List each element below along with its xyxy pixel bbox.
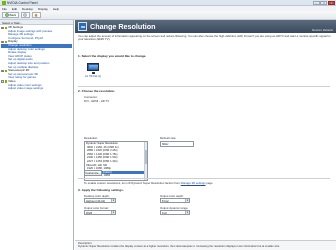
task-pane: Select a Task... −3D Settings Adjust imag… — [0, 20, 74, 250]
chevron-down-icon: ▾ — [111, 210, 115, 214]
output-color-depth-select[interactable]: 8 bpc ▾ — [160, 197, 190, 203]
dsr-note-text: To enable custom resolutions, turn off D… — [84, 180, 181, 185]
back-arrow-icon — [4, 13, 9, 17]
collapse-icon[interactable]: − — [1, 80, 4, 83]
restore-defaults-link[interactable]: Restore Defaults — [312, 28, 333, 32]
menu-file[interactable]: File — [2, 7, 7, 11]
dsr-note: To enable custom resolutions, turn off D… — [84, 181, 213, 185]
resolution-scrollbar[interactable] — [144, 142, 147, 180]
description-text: Dynamic Super Resolution renders the dis… — [78, 245, 280, 249]
page-banner: Change Resolution Restore Defaults — [75, 20, 336, 33]
menu-edit[interactable]: Edit — [12, 7, 17, 11]
chevron-down-icon: ▾ — [185, 198, 189, 202]
manage-3d-settings-link[interactable]: Manage 3D settings — [181, 181, 206, 185]
main-content: Change Resolution Restore Defaults You c… — [75, 20, 336, 250]
divider — [78, 86, 330, 87]
task-tree: −3D Settings Adjust image settings with p… — [0, 25, 73, 92]
home-button[interactable] — [31, 11, 41, 19]
output-color-format-value: RGB — [86, 210, 93, 215]
page-description: You can adjust the amount of information… — [78, 33, 331, 42]
collapse-icon[interactable]: − — [1, 69, 4, 73]
divider — [78, 178, 330, 179]
close-button[interactable]: × — [328, 0, 335, 5]
output-dynamic-range-value: Full — [162, 210, 167, 215]
monitor-stand — [92, 71, 95, 74]
step-1-heading: 1. Select the display you would like to … — [78, 54, 146, 58]
menu-help[interactable]: Help — [53, 7, 59, 11]
chevron-down-icon: ▾ — [111, 198, 115, 202]
back-button[interactable]: Back — [2, 11, 19, 19]
menu-display[interactable]: Display — [38, 7, 48, 11]
step-2-heading: 2. Choose the resolution. — [78, 89, 115, 93]
minimize-button[interactable]: – — [312, 0, 320, 5]
forward-arrow-icon — [23, 13, 27, 17]
display-settings-icon — [78, 22, 87, 31]
window-title: NVIDIA Control Panel — [7, 1, 38, 5]
output-dynamic-range-select[interactable]: Full ▾ — [160, 209, 190, 215]
back-label: Back — [9, 13, 17, 17]
window-controls: – □ × — [312, 0, 335, 5]
resolution-label: Resolution: — [84, 136, 98, 140]
desktop-color-depth-select[interactable]: Highest (32-bit) ▾ — [84, 197, 116, 203]
step-2-number: 2. — [78, 89, 81, 93]
step-3-label: Apply the following settings. — [81, 188, 124, 192]
step-1-number: 1. — [78, 54, 81, 58]
menu-desktop[interactable]: Desktop — [22, 7, 33, 11]
desktop-color-depth-value: Highest (32-bit) — [86, 198, 106, 203]
toolbar: Back — [0, 11, 336, 20]
maximize-button[interactable]: □ — [320, 0, 328, 5]
refresh-rate-list[interactable]: 60Hz — [160, 141, 194, 147]
collapse-icon[interactable]: − — [1, 40, 4, 44]
collapse-icon[interactable]: − — [1, 26, 4, 29]
step-3-heading: 3. Apply the following settings. — [78, 188, 124, 192]
output-color-format-select[interactable]: RGB ▾ — [84, 209, 116, 215]
chevron-down-icon: ▾ — [185, 210, 189, 214]
dsr-note-tail: page — [205, 180, 213, 185]
monitor-icon — [87, 63, 99, 71]
tree-item[interactable]: Adjust video image settings — [1, 87, 72, 91]
display-label: LG HD Flat (1) — [84, 74, 102, 78]
connector-value: DVI - HDMI - HD TV — [84, 98, 110, 103]
step-2-label: Choose the resolution. — [81, 89, 116, 93]
category-icon — [4, 80, 8, 83]
output-color-depth-value: 8 bpc — [162, 198, 169, 203]
home-icon — [34, 13, 38, 17]
category-icon — [4, 40, 8, 44]
refresh-rate-label: Refresh rate: — [160, 136, 177, 140]
description-panel: Description: Dynamic Super Resolution re… — [75, 240, 336, 250]
nvidia-logo-icon — [2, 1, 6, 5]
category-icon — [4, 69, 8, 73]
display-selector[interactable]: LG HD Flat (1) — [81, 62, 105, 81]
forward-button[interactable] — [20, 11, 30, 19]
customize-button[interactable]: Customize... — [84, 170, 102, 176]
page-title: Change Resolution — [90, 22, 156, 32]
step-3-number: 3. — [78, 188, 81, 192]
scrollbar-thumb[interactable] — [145, 150, 147, 164]
category-icon — [4, 26, 8, 30]
step-1-label: Select the display you would like to cha… — [81, 54, 147, 58]
